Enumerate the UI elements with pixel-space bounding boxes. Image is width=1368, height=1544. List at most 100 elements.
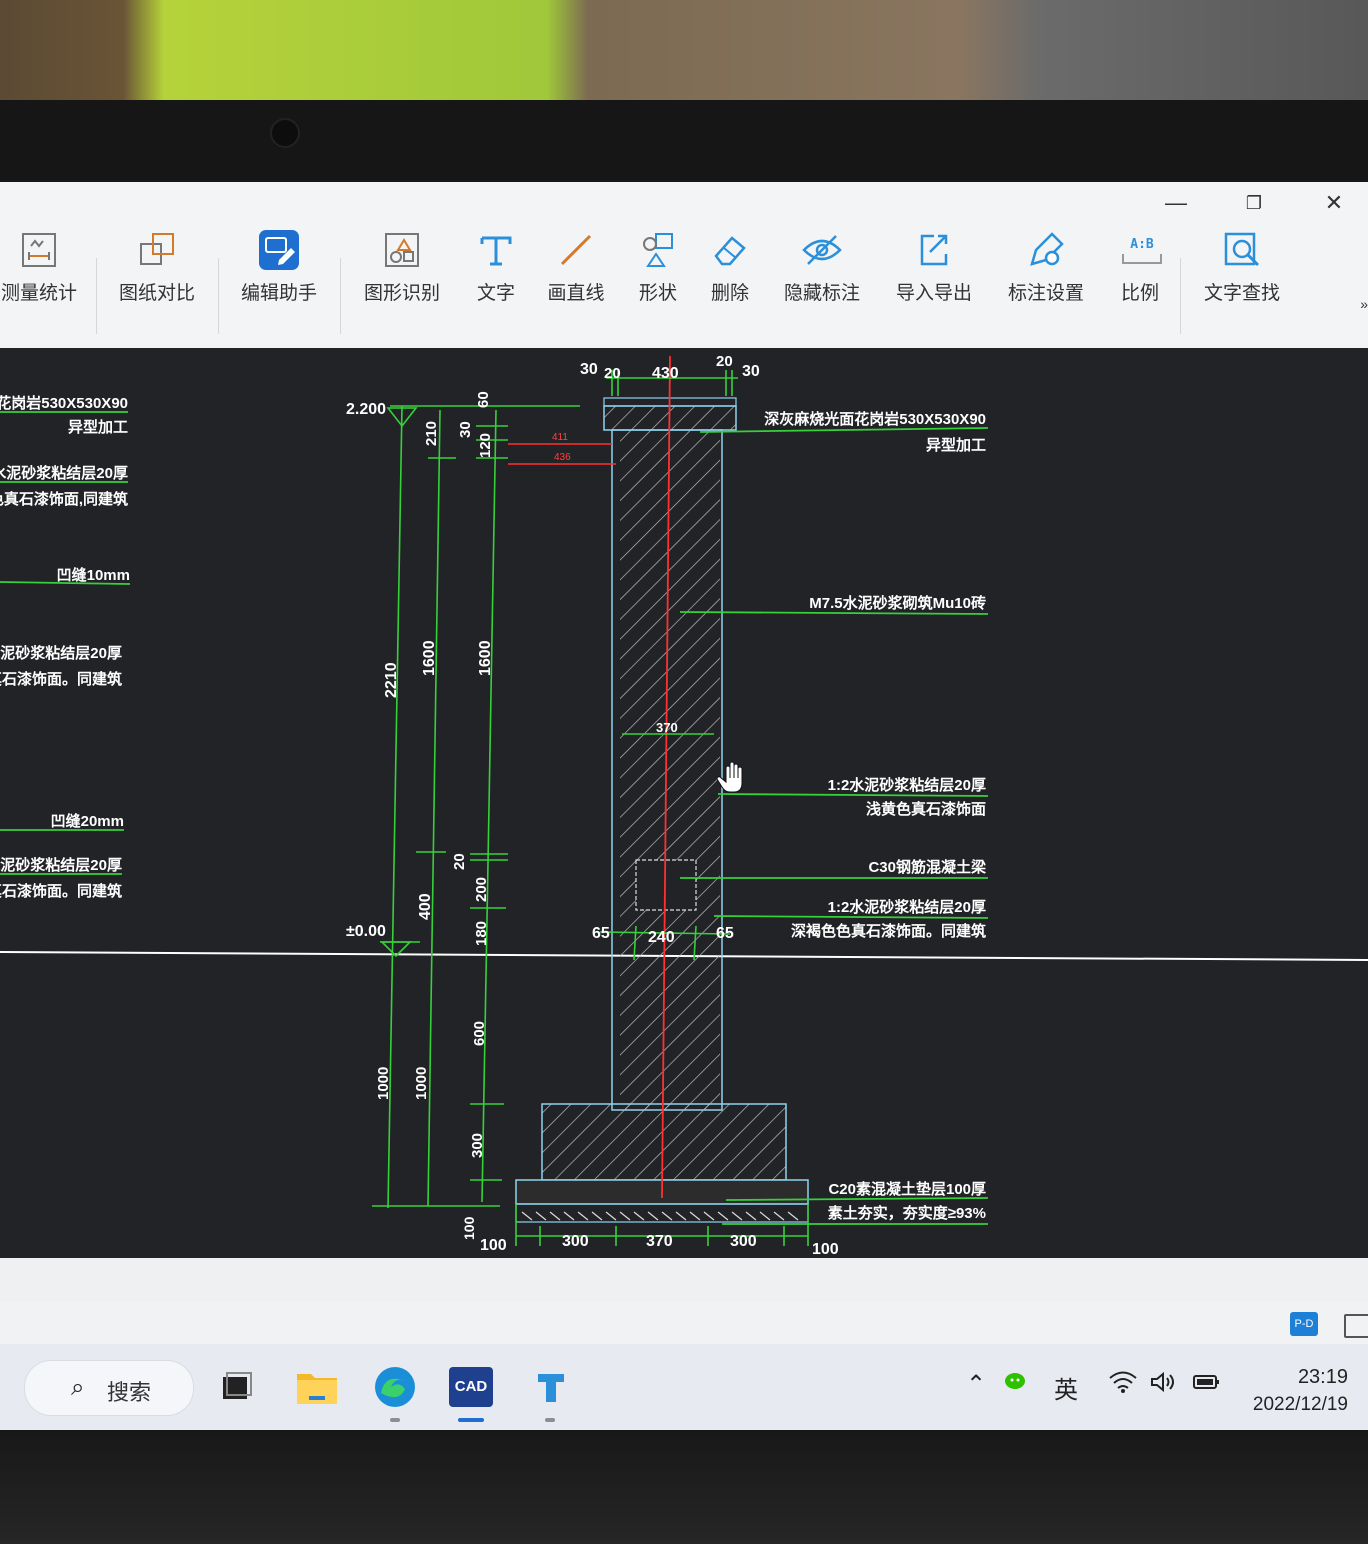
dim-label: 240 <box>648 929 675 946</box>
clock-date[interactable]: 2022/12/19 <box>1253 1394 1348 1416</box>
tool-drawing-compare[interactable]: 图纸对比 <box>112 226 202 326</box>
drawing-canvas[interactable]: 411 436 2.200 ±0.00 30 20 430 20 30 2210… <box>0 348 1368 1258</box>
tool-label: 画直线 <box>547 283 605 304</box>
volume-icon[interactable] <box>1150 1370 1178 1401</box>
hand-cursor-icon <box>716 761 743 793</box>
left-note: 2水泥砂浆粘结层20厚 <box>0 856 122 874</box>
dim-label: 65 <box>592 925 610 942</box>
tool-label: 文字查找 <box>1203 283 1280 304</box>
dim-label: 200 <box>473 877 490 902</box>
dim-label: 20 <box>451 853 468 870</box>
taskbar: ⌕ 搜索 CAD ⌃ 英 23:19 2022/12/19 <box>0 1344 1368 1430</box>
dim-label: 60 <box>475 391 492 408</box>
tool-scale[interactable]: A:B 比例 <box>1112 226 1168 326</box>
drawing-compare-icon <box>127 226 187 274</box>
dim-label: 400 <box>417 893 434 920</box>
dim-label: 1000 <box>375 1067 392 1100</box>
eraser-icon <box>700 226 760 274</box>
edge-browser-icon[interactable] <box>370 1362 420 1412</box>
tool-draw-line[interactable]: 画直线 <box>540 226 612 326</box>
cad-drawing: 411 436 2.200 ±0.00 30 20 430 20 30 2210… <box>0 353 1368 1258</box>
cad-app-icon[interactable]: CAD <box>446 1362 496 1412</box>
dim-label: 370 <box>646 1233 673 1250</box>
right-note: 1:2水泥砂浆粘结层20厚 <box>828 776 986 794</box>
dim-label: 300 <box>730 1233 757 1250</box>
wechat-icon[interactable] <box>1004 1370 1030 1401</box>
ime-indicator[interactable]: 英 <box>1054 1370 1078 1405</box>
dim-label: 1600 <box>477 640 494 676</box>
right-note: C30钢筋混凝土梁 <box>868 858 987 876</box>
restore-button[interactable]: ❐ <box>1234 188 1274 218</box>
text-app-icon[interactable] <box>526 1362 576 1412</box>
right-note: 1:2水泥砂浆粘结层20厚 <box>828 898 986 916</box>
red-mark: 411 <box>552 432 568 443</box>
dim-label: 430 <box>652 365 679 382</box>
dim-label: 20 <box>716 353 733 370</box>
right-note: 异型加工 <box>926 436 986 454</box>
scale-icon: A:B <box>1112 226 1172 274</box>
battery-icon[interactable] <box>1192 1370 1222 1401</box>
status-bar <box>0 1258 1368 1303</box>
tool-shape[interactable]: 形状 <box>628 226 688 326</box>
screen: — ❐ ✕ 测量统计 图纸对比 编辑助手 图形识别 文字 画直线 形状 删除 隐… <box>0 182 1368 1430</box>
tool-edit-assistant[interactable]: 编辑助手 <box>234 226 324 326</box>
ribbon-separator <box>218 258 219 334</box>
minimize-button[interactable]: — <box>1156 188 1196 218</box>
pd-icon[interactable]: P-D <box>1290 1312 1318 1336</box>
running-indicator <box>545 1418 555 1422</box>
tool-label: 图形识别 <box>363 283 440 304</box>
left-note: 凹缝10mm <box>57 566 130 584</box>
wifi-icon[interactable] <box>1108 1370 1138 1401</box>
tool-measure-stats[interactable]: 测量统计 <box>0 226 84 326</box>
dim-label: 120 <box>477 433 494 458</box>
window-icon[interactable] <box>1344 1314 1368 1338</box>
tray-expand-icon[interactable]: ⌃ <box>966 1370 986 1399</box>
ribbon-more-button[interactable]: » <box>1360 296 1368 312</box>
dim-label: 30 <box>580 361 598 378</box>
tool-hide-annotation[interactable]: 隐藏标注 <box>776 226 868 326</box>
text-icon <box>466 226 526 274</box>
dim-label: 20 <box>604 365 621 382</box>
elevation-zero: ±0.00 <box>346 923 386 940</box>
dim-label: 100 <box>461 1216 477 1240</box>
elevation-top: 2.200 <box>346 401 386 418</box>
monitor-bezel-bottom <box>0 1430 1368 1544</box>
tool-label: 形状 <box>638 283 677 304</box>
tool-label: 比例 <box>1120 283 1159 304</box>
tool-text-search[interactable]: 文字查找 <box>1196 226 1288 326</box>
tool-label: 编辑助手 <box>240 283 317 304</box>
tool-label: 文字 <box>476 283 515 304</box>
tool-label: 测量统计 <box>0 283 77 304</box>
tool-import-export[interactable]: 导入导出 <box>888 226 980 326</box>
left-note: 异型加工 <box>68 418 128 436</box>
import-export-icon <box>904 226 964 274</box>
search-label: 搜索 <box>107 1380 152 1405</box>
left-note: 2水泥砂浆粘结层20厚 <box>0 644 122 662</box>
task-view-icon[interactable] <box>212 1362 262 1412</box>
tool-shape-recognition[interactable]: 图形识别 <box>356 226 448 326</box>
left-note: 色真石漆饰面。同建筑 <box>0 670 122 688</box>
text-search-icon <box>1212 226 1272 274</box>
edit-assistant-icon <box>249 226 309 274</box>
dim-label: 1600 <box>421 640 438 676</box>
taskbar-search[interactable]: ⌕ 搜索 <box>24 1360 194 1416</box>
clock-time[interactable]: 23:19 <box>1298 1366 1348 1389</box>
dim-label: 300 <box>469 1133 486 1158</box>
right-note: C20素混凝土垫层100厚 <box>828 1180 986 1198</box>
dim-label: 2210 <box>383 662 400 698</box>
close-button[interactable]: ✕ <box>1314 188 1354 218</box>
annotation-settings-icon <box>1016 226 1076 274</box>
left-note: 花岗岩530X530X90 <box>0 394 128 412</box>
tool-delete[interactable]: 删除 <box>700 226 760 326</box>
tool-annotation-settings[interactable]: 标注设置 <box>1000 226 1092 326</box>
file-explorer-icon[interactable] <box>292 1362 342 1412</box>
left-note: 凹缝20mm <box>51 812 124 830</box>
ribbon-separator <box>1180 258 1181 334</box>
dim-label: 65 <box>716 925 734 942</box>
right-note: M7.5水泥砂浆砌筑Mu10砖 <box>809 594 986 612</box>
tool-text[interactable]: 文字 <box>466 226 526 326</box>
red-mark: 436 <box>554 452 571 463</box>
ribbon-separator <box>96 258 97 334</box>
dim-label: 180 <box>473 921 490 946</box>
status-strip <box>0 1302 1368 1344</box>
